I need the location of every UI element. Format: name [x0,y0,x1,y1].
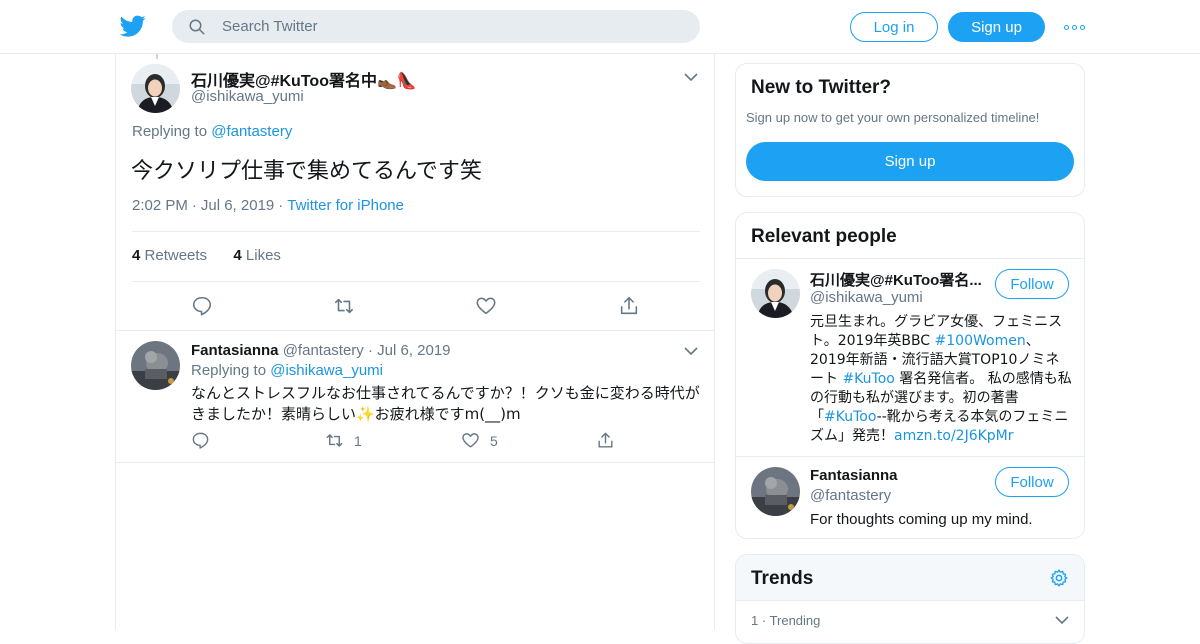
search-input[interactable] [222,10,682,43]
more-options-icon[interactable] [1064,19,1086,35]
tweet-metadata: 2:02 PM · Jul 6, 2019 · Twitter for iPhone [132,197,404,214]
retweet-icon[interactable] [333,295,355,317]
divider [132,281,700,282]
person-handle[interactable]: @ishikawa_yumi [810,289,923,306]
avatar[interactable] [751,269,800,318]
reply-tweet-text: なんとストレスフルなお仕事されてるんですか？！クソも金に変わる時代がきましたか！… [191,384,700,423]
card-title: Relevant people [751,226,897,247]
reply-author-handle[interactable]: @fantastery [283,342,364,359]
reply-icon[interactable] [191,295,213,317]
retweet-icon[interactable] [325,431,344,450]
tweet-date[interactable]: Jul 6, 2019 [201,197,274,214]
share-icon[interactable] [596,431,615,450]
signup-button[interactable]: Sign up [948,12,1045,42]
divider [736,258,1084,259]
search-box[interactable] [172,10,700,43]
chevron-down-icon[interactable] [684,346,698,356]
reply-author-line: Fantasianna @fantastery · Jul 6, 2019 [191,342,451,359]
avatar[interactable] [751,467,800,516]
retweets-stat[interactable]: 4 Retweets [132,247,207,264]
replying-to-link[interactable]: @ishikawa_yumi [270,362,383,379]
likes-stat[interactable]: 4 Likes [233,247,281,264]
like-count: 5 [490,432,498,449]
gear-icon[interactable] [1049,568,1069,588]
person-name[interactable]: 石川優実@#KuToo署名... [810,269,982,290]
like-icon[interactable] [475,295,497,317]
login-button[interactable]: Log in [850,12,938,42]
tweet-time[interactable]: 2:02 PM [132,197,188,214]
search-icon [189,19,205,35]
thread-connector-line [156,54,158,59]
share-action[interactable] [596,431,615,450]
divider [116,462,714,463]
avatar[interactable] [131,64,180,113]
trends-header: Trends [736,555,1084,601]
avatar[interactable] [131,341,180,390]
relevant-people-card: Relevant people 石川優実@#KuToo署名... @ishika… [735,212,1085,539]
bio-url-link[interactable]: amzn.to/2J6KpMr [894,428,1014,444]
person-bio: For thoughts coming up my mind. [810,511,1033,528]
chevron-down-icon[interactable] [1055,615,1069,625]
divider [132,231,700,232]
trend-rank: 1 [751,613,759,628]
reply-replying-to: Replying to @ishikawa_yumi [191,362,383,379]
trend-label: Trending [769,613,821,628]
follow-button[interactable]: Follow [995,467,1069,497]
trends-card: Trends 1 · Trending [735,554,1085,644]
tweet-thread-column: 石川優実@#KuToo署名中👞👠 @ishikawa_yumi Replying… [115,54,715,630]
top-navigation-bar: Log in Sign up [0,0,1200,54]
author-handle[interactable]: @ishikawa_yumi [191,88,304,105]
like-icon[interactable] [461,431,480,450]
card-subtitle: Sign up now to get your own personalized… [746,110,1040,125]
card-title: New to Twitter? [751,77,892,98]
reply-icon[interactable] [191,431,210,450]
follow-button[interactable]: Follow [995,269,1069,299]
replying-to-link[interactable]: @fantastery [211,123,292,140]
person-bio: 元旦生まれ。グラビア女優、フェミニスト。2019年英BBC #100Women、… [810,314,1072,444]
hashtag-link[interactable]: #KuToo [824,409,877,425]
reply-author-name[interactable]: Fantasianna [191,342,279,359]
person-name[interactable]: Fantasianna [810,467,982,484]
divider [736,456,1084,457]
retweet-action[interactable]: 1 [325,431,362,450]
tweet-stats: 4 Retweets 4 Likes [132,247,281,264]
trend-item[interactable]: 1 · Trending [751,613,820,628]
card-title: Trends [751,568,814,589]
new-to-twitter-card: New to Twitter? Sign up now to get your … [735,63,1085,197]
replying-label: Replying to [191,362,267,379]
hashtag-link[interactable]: #100Women [935,333,1026,349]
share-icon[interactable] [618,295,640,317]
divider [116,330,714,331]
chevron-down-icon[interactable] [684,72,698,82]
replying-label: Replying to [132,123,208,140]
like-action[interactable]: 5 [461,431,498,450]
replying-to: Replying to @fantastery [132,123,292,140]
person-handle[interactable]: @fantastery [810,487,891,504]
reply-action[interactable] [191,431,210,450]
hashtag-link[interactable]: #KuToo [842,371,894,387]
twitter-bird-icon[interactable] [120,13,146,39]
signup-button[interactable]: Sign up [746,142,1074,181]
reply-date[interactable]: Jul 6, 2019 [377,342,450,359]
retweet-count: 1 [354,432,362,449]
tweet-text: 今クソリプ仕事で集めてるんです笑 [131,159,482,184]
tweet-source-link[interactable]: Twitter for iPhone [287,197,404,214]
